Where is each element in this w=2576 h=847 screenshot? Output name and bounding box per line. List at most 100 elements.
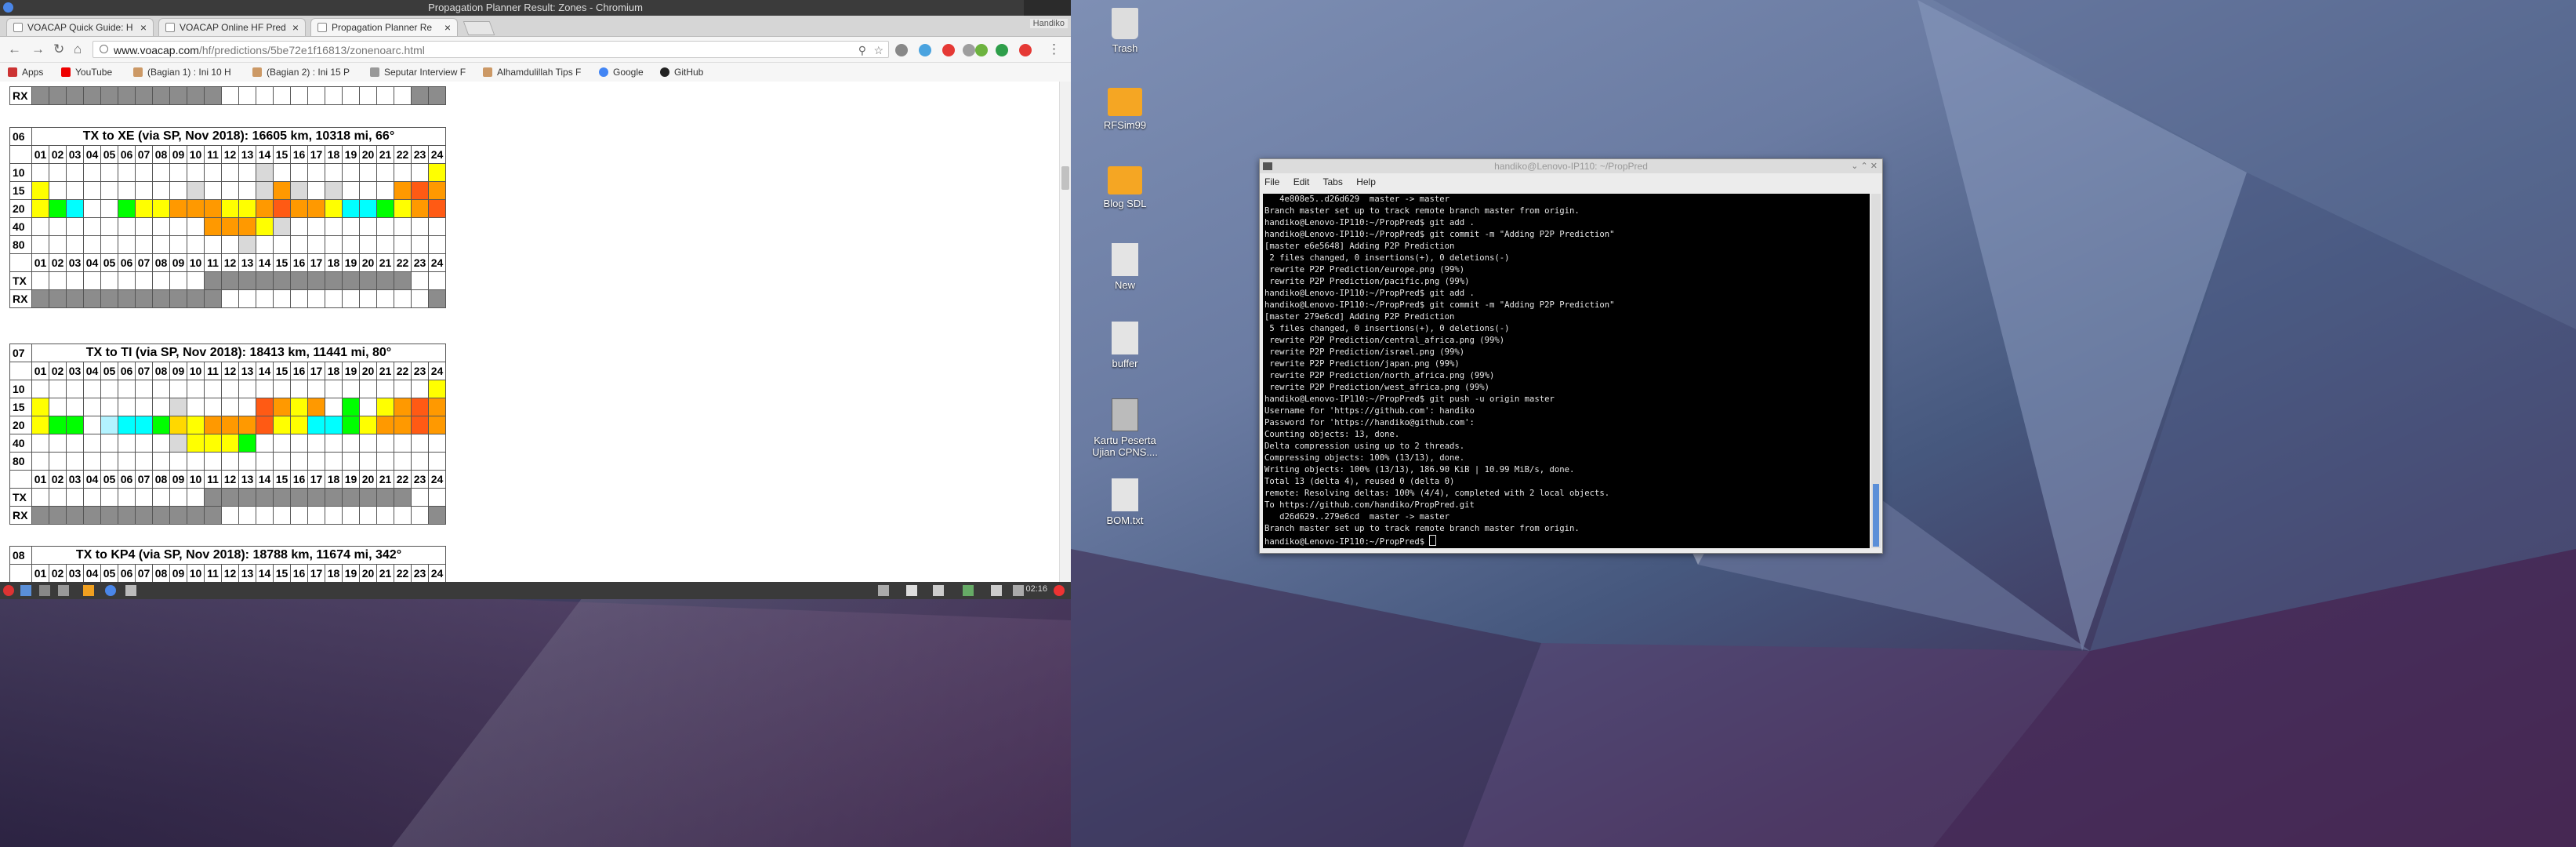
hour-label: 02 (49, 470, 67, 489)
extension-icon[interactable] (1019, 44, 1032, 56)
scrollbar-thumb[interactable] (1061, 166, 1069, 190)
desktop-icon-rfsim99[interactable]: RFSim99 (1082, 88, 1168, 131)
terminal-output[interactable]: 4e808e5..d26d629 master -> master Branch … (1263, 194, 1870, 548)
zone-cell (169, 398, 187, 416)
zone-cell (411, 398, 429, 416)
close-icon[interactable]: × (292, 19, 299, 36)
new-tab-button[interactable] (463, 21, 495, 35)
bookmark-item[interactable]: (Bagian 1) : Ini 10 H (133, 63, 231, 82)
hour-label: 20 (359, 253, 377, 272)
app-icon[interactable] (125, 585, 136, 596)
terminal-prompt[interactable]: handiko@Lenovo-IP110:~/PropPred$ (1264, 535, 1870, 548)
terminal-icon[interactable] (39, 585, 50, 596)
display-icon[interactable] (933, 585, 944, 596)
desktop-icon-blog-sdl[interactable]: Blog SDL (1082, 166, 1168, 209)
file-icon (1112, 322, 1138, 354)
extension-icon[interactable] (942, 44, 955, 56)
star-icon[interactable]: ☆ (873, 42, 883, 59)
zone-table-07: 07 TX to TI (via SP, Nov 2018): 18413 km,… (9, 344, 446, 525)
search-icon[interactable]: ⚲ (858, 42, 866, 59)
network-icon[interactable] (58, 585, 69, 596)
chromium-icon[interactable] (105, 585, 116, 596)
bookmark-google[interactable]: Google (599, 63, 644, 82)
zone-cell (359, 289, 377, 308)
prompt-text: handiko@Lenovo-IP110:~/PropPred$ (1264, 537, 1430, 547)
home-icon[interactable]: ⌂ (74, 42, 82, 57)
menu-file[interactable]: File (1264, 176, 1279, 187)
back-icon[interactable]: ← (8, 42, 21, 57)
extension-icon[interactable] (975, 44, 988, 56)
tab-voacap-online[interactable]: VOACAP Online HF Pred × (158, 18, 306, 36)
hour-header-row: 01 02 03 04 05 06 07 08 09 10 11 12 13 14 15 16 17 18 19 20… (9, 564, 446, 582)
page-scrollbar[interactable] (1059, 82, 1071, 582)
desktop-icon-new[interactable]: New (1082, 243, 1168, 291)
zone-cell (31, 199, 49, 218)
zone-cell (49, 416, 67, 434)
extension-icon[interactable] (895, 44, 908, 56)
bookmark-youtube[interactable]: YouTube (61, 63, 112, 82)
desktop-icon[interactable] (20, 585, 31, 596)
monitor-icon[interactable] (963, 585, 974, 596)
volume-icon[interactable] (991, 585, 1002, 596)
desktop-icon-trash[interactable]: Trash (1082, 8, 1168, 54)
bookmark-item[interactable]: (Bagian 2) : Ini 15 P (252, 63, 350, 82)
menu-icon[interactable]: ⋮ (1047, 42, 1061, 57)
bookmark-github[interactable]: GitHub (660, 63, 703, 82)
zone-cell (204, 434, 222, 453)
desktop-icon-buffer[interactable]: buffer (1082, 322, 1168, 369)
extension-icon[interactable] (963, 44, 975, 56)
clock[interactable]: 02:16 (1025, 584, 1047, 594)
extension-icon[interactable] (996, 44, 1008, 56)
window-icon[interactable] (878, 585, 889, 596)
zone-cell (238, 217, 256, 236)
network-status-icon[interactable] (1013, 585, 1024, 596)
tab-propagation-planner[interactable]: Propagation Planner Re × (310, 18, 458, 36)
bookmark-item[interactable]: Alhamdulillah Tips F (483, 63, 581, 82)
bookmark-apps[interactable]: Apps (8, 63, 43, 82)
row-label (9, 362, 32, 380)
menu-edit[interactable]: Edit (1293, 176, 1310, 187)
window-controls[interactable]: ⌄ ⌃ ✕ (1851, 159, 1878, 173)
start-menu-icon[interactable] (3, 585, 14, 596)
terminal-scrollbar[interactable] (1871, 194, 1881, 548)
terminal-line: Compressing objects: 100% (13/13), done. (1264, 453, 1465, 463)
page-icon (483, 67, 492, 77)
band-label: 15 (9, 181, 32, 200)
tx-row: TX (9, 488, 446, 507)
hour-label: 18 (325, 362, 343, 380)
window-controls[interactable] (1024, 0, 1071, 16)
address-bar[interactable]: www.voacap.com/hf/predictions/5be72e1f16… (93, 41, 889, 58)
hour-label: 06 (118, 145, 136, 164)
zone-cell (342, 217, 360, 236)
power-icon[interactable] (1054, 585, 1065, 596)
scrollbar-thumb[interactable] (1873, 484, 1879, 547)
bookmark-item[interactable]: Seputar Interview F (370, 63, 466, 82)
zone-cell (152, 217, 170, 236)
reload-icon[interactable]: ↻ (53, 42, 64, 57)
menu-tabs[interactable]: Tabs (1323, 176, 1343, 187)
tab-voacap-quick-guide[interactable]: VOACAP Quick Guide: H × (6, 18, 154, 36)
clipboard-icon[interactable] (906, 585, 917, 596)
document-icon (1112, 398, 1138, 431)
menu-help[interactable]: Help (1356, 176, 1376, 187)
zone-cell (187, 199, 205, 218)
extension-icon[interactable] (919, 44, 931, 56)
desktop-icon-kartu-peserta[interactable]: Kartu Peserta Ujian CPNS.... (1082, 398, 1168, 458)
forward-icon[interactable]: → (31, 42, 45, 57)
folder-icon[interactable] (83, 585, 94, 596)
window-titlebar[interactable]: Propagation Planner Result: Zones - Chro… (0, 0, 1071, 16)
zone-cell (187, 217, 205, 236)
zone-cell (256, 217, 274, 236)
desktop-icon-bom-txt[interactable]: BOM.txt (1082, 478, 1168, 526)
zone-cell (376, 506, 394, 525)
close-icon[interactable]: × (140, 19, 147, 36)
info-icon (100, 45, 108, 53)
hour-label: 07 (135, 564, 153, 582)
zone-cell (83, 488, 101, 507)
terminal-titlebar[interactable]: handiko@Lenovo-IP110: ~/PropPred ⌄ ⌃ ✕ (1260, 159, 1882, 173)
close-icon[interactable]: × (444, 19, 451, 36)
profile-button[interactable]: Handiko (1029, 19, 1068, 28)
zone-cell (169, 289, 187, 308)
zone-cell (307, 235, 325, 254)
page-content: RX 06 TX to XE (via SP, Nov 2018): 16605 k… (0, 82, 1071, 582)
